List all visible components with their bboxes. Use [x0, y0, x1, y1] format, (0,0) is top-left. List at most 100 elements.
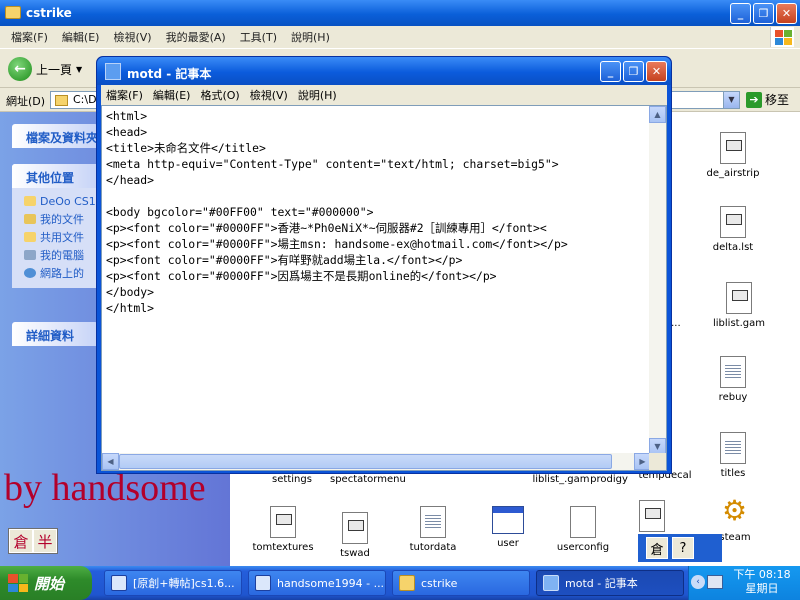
- minimize-button[interactable]: _: [730, 3, 751, 24]
- explorer-window-controls: _ ❐ ✕: [730, 3, 797, 24]
- panel-title[interactable]: 詳細資料: [12, 322, 98, 346]
- application-icon: [492, 506, 524, 534]
- go-label: 移至: [765, 93, 790, 107]
- ime-toolbar-left: 倉 半: [8, 528, 58, 554]
- menu-help[interactable]: 說明(H): [284, 29, 337, 45]
- horizontal-scrollbar[interactable]: ◀ ▶: [102, 453, 651, 470]
- tray-expand-icon[interactable]: ‹: [691, 575, 705, 589]
- scroll-up-icon[interactable]: ▲: [649, 106, 666, 123]
- chevron-down-icon[interactable]: ▼: [76, 65, 82, 74]
- address-label: 網址(D): [6, 95, 46, 108]
- file-item[interactable]: userconfig: [548, 506, 618, 553]
- panel-title[interactable]: 其他位置: [12, 164, 98, 188]
- file-item[interactable]: de_airstrip: [698, 132, 768, 179]
- menu-favorites[interactable]: 我的最愛(A): [159, 29, 233, 45]
- panel-title[interactable]: 檔案及資料夾: [12, 124, 98, 148]
- config-file-icon: [639, 500, 665, 532]
- config-file-icon: [342, 512, 368, 544]
- file-item[interactable]: liblist.gam: [704, 282, 774, 329]
- menu-view[interactable]: 檢視(V): [245, 87, 293, 103]
- file-item[interactable]: delta.lst: [698, 206, 768, 253]
- panel-body: DeOo CS1 我的文件 共用文件 我的電腦 網路上的: [12, 188, 98, 288]
- place-link[interactable]: 共用文件: [24, 228, 98, 246]
- back-arrow-icon: ←: [8, 57, 32, 81]
- go-button[interactable]: ➔ 移至: [746, 91, 789, 108]
- details-panel[interactable]: 詳細資料: [12, 322, 98, 346]
- clock[interactable]: 下午 08:18 星期日: [727, 568, 797, 596]
- scroll-left-icon[interactable]: ◀: [102, 453, 119, 470]
- clock-time: 下午 08:18: [733, 568, 791, 581]
- config-file-icon: [270, 506, 296, 538]
- notepad-titlebar[interactable]: motd - 記事本 _ ❐ ✕: [97, 57, 671, 85]
- place-link[interactable]: DeOo CS1: [24, 192, 98, 210]
- maximize-button[interactable]: ❐: [753, 3, 774, 24]
- notepad-text-area[interactable]: <html> <head> <title>未命名文件</title> <meta…: [101, 105, 667, 471]
- file-item[interactable]: rebuy: [698, 356, 768, 403]
- file-item[interactable]: tutordata: [398, 506, 468, 553]
- back-button[interactable]: ← 上一頁 ▼: [8, 57, 82, 81]
- ime-mode-button[interactable]: 倉: [646, 537, 668, 559]
- file-item[interactable]: settings: [257, 474, 327, 485]
- address-dropdown-icon[interactable]: ▼: [723, 92, 739, 108]
- taskbar-button[interactable]: motd - 記事本: [536, 570, 684, 596]
- folder-icon: [24, 196, 36, 206]
- close-button[interactable]: ✕: [646, 61, 667, 82]
- menu-tools[interactable]: 工具(T): [233, 29, 284, 45]
- taskbar-button[interactable]: handsome1994 - ...: [248, 570, 386, 596]
- desktop: cstrike _ ❐ ✕ 檔案(F) 編輯(E) 檢視(V) 我的最愛(A) …: [0, 0, 800, 600]
- ime-toolbar-right: 倉 ?: [638, 534, 722, 562]
- system-tray: ‹ 下午 08:18 星期日: [688, 566, 800, 600]
- file-item[interactable]: spectatormenu: [330, 474, 406, 485]
- menu-edit[interactable]: 編輯(E): [148, 87, 196, 103]
- text-file-icon: [720, 432, 746, 464]
- menu-file[interactable]: 檔案(F): [101, 87, 148, 103]
- text-file-icon: [720, 356, 746, 388]
- maximize-button[interactable]: ❐: [623, 61, 644, 82]
- notepad-icon: [105, 63, 121, 80]
- network-icon: [24, 268, 36, 278]
- close-button[interactable]: ✕: [776, 3, 797, 24]
- taskbar-button[interactable]: cstrike: [392, 570, 530, 596]
- place-link[interactable]: 我的電腦: [24, 246, 98, 264]
- file-item[interactable]: tswad: [320, 512, 390, 559]
- file-item[interactable]: titles: [698, 432, 768, 479]
- address-value: C:\D: [73, 93, 97, 106]
- file-item[interactable]: [617, 500, 687, 536]
- file-item[interactable]: user: [473, 506, 543, 549]
- ime-width-button[interactable]: 半: [33, 529, 57, 553]
- config-file-icon: [720, 132, 746, 164]
- file-item[interactable]: tomtextures: [248, 506, 318, 553]
- browser-icon: [255, 575, 271, 591]
- config-file-icon: [726, 282, 752, 314]
- vertical-scrollbar[interactable]: ▲ ▼: [649, 106, 666, 455]
- file-folder-tasks-panel[interactable]: 檔案及資料夾: [12, 124, 98, 148]
- folder-icon: [24, 232, 36, 242]
- folder-icon: [5, 6, 21, 19]
- ime-mode-button[interactable]: 倉: [9, 529, 33, 553]
- place-link[interactable]: 網路上的: [24, 264, 98, 282]
- start-label: 開始: [34, 574, 65, 593]
- explorer-titlebar[interactable]: cstrike _ ❐ ✕: [0, 0, 800, 26]
- minimize-button[interactable]: _: [600, 61, 621, 82]
- menu-format[interactable]: 格式(O): [195, 87, 244, 103]
- clock-day: 星期日: [745, 582, 779, 595]
- place-link[interactable]: 我的文件: [24, 210, 98, 228]
- notepad-content[interactable]: <html> <head> <title>未命名文件</title> <meta…: [106, 108, 646, 448]
- notepad-window-controls: _ ❐ ✕: [600, 61, 667, 82]
- config-file-icon: [570, 506, 596, 538]
- menu-file[interactable]: 檔案(F): [4, 29, 55, 45]
- notepad-window: motd - 記事本 _ ❐ ✕ 檔案(F) 編輯(E) 格式(O) 檢視(V)…: [96, 56, 672, 474]
- ime-help-button[interactable]: ?: [672, 537, 694, 559]
- start-button[interactable]: 開始: [0, 566, 92, 600]
- taskbar-button[interactable]: [原創+轉帖]cs1.6...: [104, 570, 242, 596]
- network-icon[interactable]: [707, 575, 723, 589]
- computer-icon: [24, 250, 36, 260]
- menu-edit[interactable]: 編輯(E): [55, 29, 107, 45]
- scroll-thumb[interactable]: [119, 454, 612, 469]
- menu-view[interactable]: 檢視(V): [106, 29, 158, 45]
- documents-icon: [24, 214, 36, 224]
- explorer-title: cstrike: [26, 6, 72, 20]
- menu-help[interactable]: 說明(H): [293, 87, 342, 103]
- size-grip[interactable]: [649, 453, 666, 470]
- config-file-icon: [720, 206, 746, 238]
